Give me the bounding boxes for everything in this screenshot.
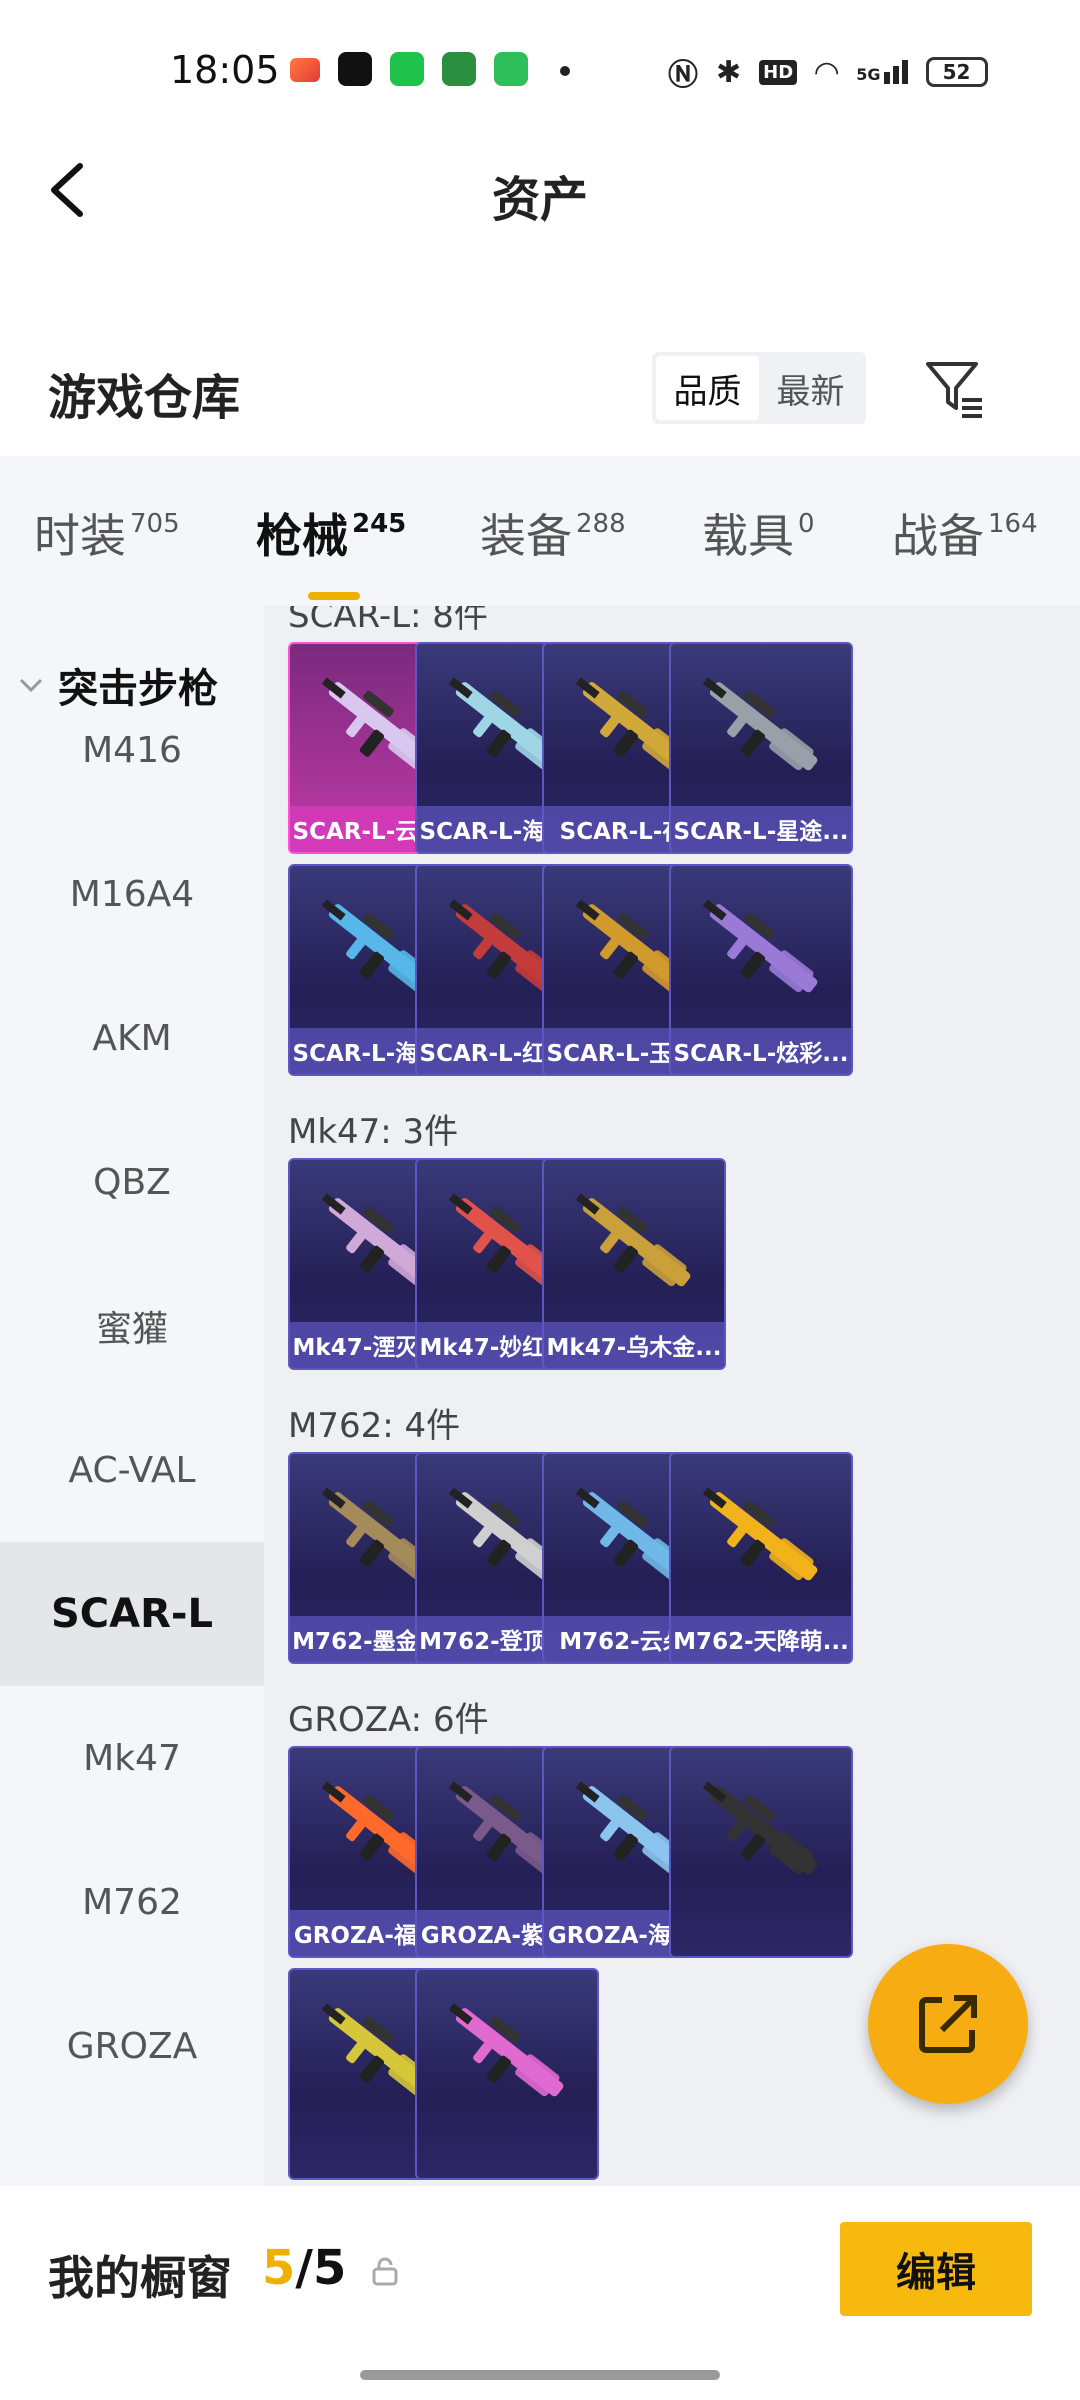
weapon-image: [702, 899, 818, 993]
warehouse-header: 游戏仓库 品质 最新: [0, 330, 1080, 450]
external-link-icon: [919, 1995, 977, 2053]
status-bar: 18:05 Ⓝ ✱ HD ◠ 5G 52: [0, 0, 1080, 140]
weapon-skin-card[interactable]: [415, 1968, 599, 2180]
tab-vehicles[interactable]: 载具 0: [702, 500, 815, 566]
tiktok-icon: [338, 52, 372, 86]
filter-icon: [926, 362, 982, 418]
weapon-image: [702, 1487, 818, 1581]
group-label: SCAR-L: 8件: [288, 606, 488, 636]
weapon-skin-card[interactable]: SCAR-L-炫彩...: [669, 864, 853, 1076]
share-button[interactable]: [868, 1944, 1028, 2104]
weapon-image: [702, 677, 818, 771]
top-bar: 资产: [0, 140, 1080, 240]
weapon-skin-name: M762-天降萌...: [671, 1616, 851, 1662]
sidebar-item-scar-l[interactable]: SCAR-L: [0, 1542, 264, 1686]
page-title: 资产: [491, 172, 588, 228]
weapon-skin-card[interactable]: [669, 1746, 853, 1958]
sidebar-item-m416[interactable]: M416: [0, 678, 264, 822]
status-right: Ⓝ ✱ HD ◠ 5G 52: [668, 50, 988, 94]
sidebar-item-mk47[interactable]: Mk47: [0, 1686, 264, 1830]
edit-button[interactable]: 编辑: [840, 2222, 1032, 2316]
sidebar-item-honey-badger[interactable]: 蜜獾: [0, 1254, 264, 1398]
tab-fashion[interactable]: 时装 705: [34, 500, 180, 566]
filter-button[interactable]: [922, 356, 986, 420]
tab-equipment[interactable]: 装备 288: [480, 500, 626, 566]
signal-icon: 5G: [856, 60, 908, 84]
showcase-bar: 我的橱窗 5/5 编辑: [0, 2186, 1080, 2400]
sort-by-newest[interactable]: 最新: [759, 356, 862, 420]
lock-icon: [372, 2257, 398, 2286]
weapon-image: [702, 1781, 818, 1875]
weapon-skin-card[interactable]: M762-天降萌...: [669, 1452, 853, 1664]
cube-app-icon: [442, 52, 476, 86]
weapon-type-sidebar: 突击步枪 M416 M16A4 AKM QBZ 蜜獾 AC-VAL SCAR-L…: [0, 606, 264, 2186]
group-label: GROZA: 6件: [288, 1700, 489, 1740]
sidebar-item-m762[interactable]: M762: [0, 1830, 264, 1974]
status-time: 18:05: [170, 48, 280, 92]
category-tabs: 时装 705 枪械 245 装备 288 载具 0 战备 164: [0, 456, 1080, 606]
notification-icons: [290, 52, 528, 86]
bluetooth-icon: ✱: [716, 54, 742, 90]
weapon-skin-name: Mk47-乌木金...: [544, 1322, 724, 1368]
weapon-image: [575, 1193, 691, 1287]
showcase-label: 我的橱窗: [48, 2251, 232, 2305]
more-notifications-dot: [560, 66, 570, 76]
nfc-icon: Ⓝ: [668, 58, 698, 93]
group-label: Mk47: 3件: [288, 1112, 459, 1152]
tab-supplies[interactable]: 战备 164: [892, 500, 1038, 566]
weapon-skin-name: SCAR-L-星途...: [671, 806, 851, 852]
wifi-icon: ◠: [815, 54, 839, 90]
green-app-icon: [390, 52, 424, 86]
showcase-count: 5/5: [262, 2240, 347, 2296]
weapon-skin-card[interactable]: Mk47-乌木金...: [542, 1158, 726, 1370]
section-title: 游戏仓库: [48, 370, 241, 426]
game-app-icon: [290, 58, 320, 82]
sidebar-item-akm[interactable]: AKM: [0, 966, 264, 1110]
weapon-skin-card[interactable]: SCAR-L-星途...: [669, 642, 853, 854]
sidebar-item-m16a4[interactable]: M16A4: [0, 822, 264, 966]
active-tab-indicator: [308, 592, 360, 600]
sidebar-item-groza[interactable]: GROZA: [0, 1974, 264, 2118]
group-label: M762: 4件: [288, 1406, 461, 1446]
shield-app-icon: [494, 52, 528, 86]
sort-by-quality[interactable]: 品质: [656, 356, 759, 420]
battery-icon: 52: [925, 57, 988, 87]
sort-toggle: 品质 最新: [652, 352, 866, 424]
sidebar-item-qbz[interactable]: QBZ: [0, 1110, 264, 1254]
tab-weapons[interactable]: 枪械 245: [256, 500, 406, 600]
sidebar-item-ac-val[interactable]: AC-VAL: [0, 1398, 264, 1542]
weapon-image: [448, 2003, 564, 2097]
weapon-skin-name: SCAR-L-炫彩...: [671, 1028, 851, 1074]
hd-icon: HD: [759, 59, 798, 85]
home-indicator: [360, 2370, 720, 2380]
